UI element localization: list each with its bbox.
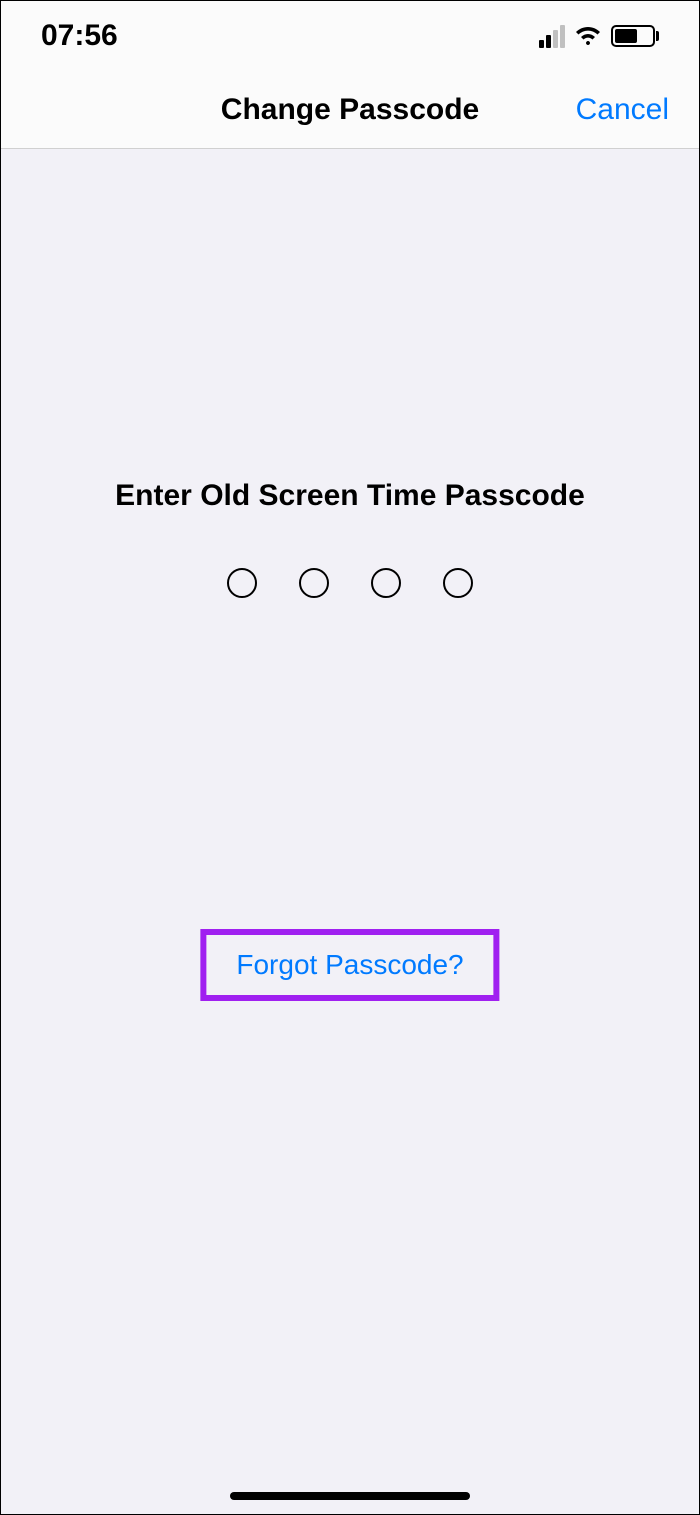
passcode-dot-3 [371,568,401,598]
forgot-passcode-link[interactable]: Forgot Passcode? [236,949,463,981]
content-area: Enter Old Screen Time Passcode Forgot Pa… [1,149,699,1514]
page-title: Change Passcode [221,93,479,127]
passcode-dot-2 [299,568,329,598]
passcode-input[interactable] [1,568,699,598]
forgot-passcode-highlight: Forgot Passcode? [200,929,499,1001]
passcode-dot-1 [227,568,257,598]
cancel-button[interactable]: Cancel [576,93,669,127]
home-indicator[interactable] [230,1492,470,1500]
status-bar: 07:56 [1,1,699,71]
nav-bar: Change Passcode Cancel [1,71,699,149]
cellular-icon [539,25,565,48]
status-time: 07:56 [41,19,118,53]
passcode-dot-4 [443,568,473,598]
battery-icon [611,25,659,47]
wifi-icon [573,25,603,47]
passcode-prompt: Enter Old Screen Time Passcode [1,479,699,513]
status-icons [539,25,659,48]
